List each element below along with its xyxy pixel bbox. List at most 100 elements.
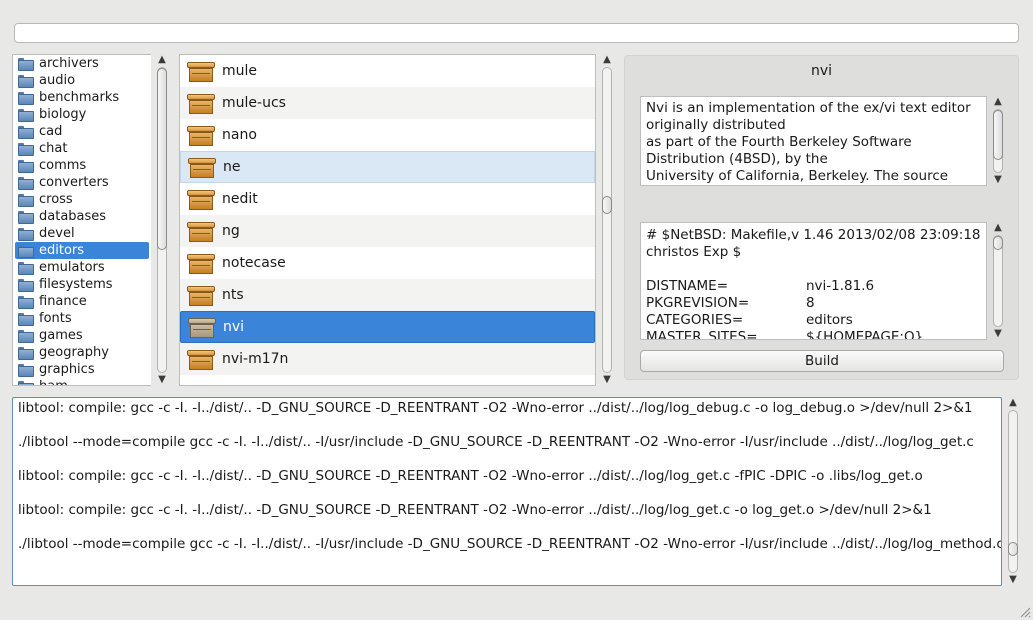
category-item-benchmarks[interactable]: benchmarks [13, 89, 151, 106]
description-scrollbar-thumb[interactable] [993, 110, 1003, 160]
category-item-chat[interactable]: chat [13, 140, 151, 157]
description-text[interactable]: Nvi is an implementation of the ex/vi te… [640, 96, 987, 186]
category-label: cad [39, 124, 63, 139]
package-scrollbar[interactable]: ▲ ▼ [599, 54, 615, 386]
package-item-ne[interactable]: ne [180, 151, 595, 183]
scroll-up-arrow-icon[interactable]: ▲ [154, 54, 170, 66]
package-label: mule-ucs [222, 95, 286, 111]
scroll-up-arrow-icon[interactable]: ▲ [1005, 397, 1021, 409]
makefile-var-row: CATEGORIES= editors [646, 312, 981, 329]
makefile-scrollbar[interactable]: ▲ ▼ [990, 222, 1006, 340]
scroll-up-arrow-icon[interactable]: ▲ [990, 96, 1006, 108]
category-item-filesystems[interactable]: filesystems [13, 276, 151, 293]
package-item-nedit[interactable]: nedit [180, 183, 595, 215]
category-item-ham[interactable]: ham [13, 378, 151, 385]
makefile-var-key: DISTNAME= [646, 278, 729, 294]
category-scrollbar[interactable]: ▲ ▼ [154, 54, 170, 386]
package-item-notecase[interactable]: notecase [180, 247, 595, 279]
category-label: comms [39, 158, 87, 173]
category-item-finance[interactable]: finance [13, 293, 151, 310]
resize-grip-icon[interactable] [1019, 606, 1031, 618]
build-log-output[interactable]: libtool: compile: gcc -c -I. -I../dist/.… [12, 397, 1002, 586]
category-item-archivers[interactable]: archivers [13, 55, 151, 72]
package-label: mule [222, 63, 258, 79]
category-item-audio[interactable]: audio [13, 72, 151, 89]
folder-icon [18, 194, 34, 207]
package-item-nvi[interactable]: nvi [180, 311, 595, 343]
category-item-databases[interactable]: databases [13, 208, 151, 225]
category-label: geography [39, 345, 109, 360]
log-scrollbar-thumb[interactable] [1008, 542, 1018, 556]
folder-icon [18, 92, 34, 105]
folder-icon [18, 58, 34, 71]
package-box-icon [186, 60, 216, 82]
package-label: nvi [223, 319, 245, 335]
category-item-devel[interactable]: devel [13, 225, 151, 242]
category-item-cross[interactable]: cross [13, 191, 151, 208]
category-item-comms[interactable]: comms [13, 157, 151, 174]
package-scrollbar-thumb[interactable] [602, 196, 612, 214]
scroll-down-arrow-icon[interactable]: ▼ [154, 374, 170, 386]
package-label: notecase [222, 255, 286, 271]
package-box-icon [187, 316, 217, 338]
build-button[interactable]: Build [640, 350, 1004, 372]
package-detail-panel: nvi Nvi is an implementation of the ex/v… [624, 55, 1019, 380]
folder-icon [18, 262, 34, 275]
package-item-mule[interactable]: mule [180, 55, 595, 87]
log-line: ./libtool --mode=compile gcc -c -I. -I..… [18, 536, 1002, 552]
scroll-down-arrow-icon[interactable]: ▼ [990, 328, 1006, 340]
category-item-fonts[interactable]: fonts [13, 310, 151, 327]
category-label: graphics [39, 362, 95, 377]
description-scrollbar[interactable]: ▲ ▼ [990, 96, 1006, 186]
category-label: cross [39, 192, 73, 207]
package-title: nvi [810, 63, 833, 79]
package-box-icon [186, 348, 216, 370]
makefile-var-value: editors [806, 312, 853, 328]
makefile-header-line: # $NetBSD: Makefile,v 1.46 2013/02/08 23… [646, 227, 981, 243]
category-item-emulators[interactable]: emulators [13, 259, 151, 276]
makefile-var-row: MASTER_SITES= ${HOMEPAGE:Q} [646, 329, 981, 339]
search-input[interactable] [14, 23, 1019, 43]
category-item-games[interactable]: games [13, 327, 151, 344]
package-item-nvi-m17n[interactable]: nvi-m17n [180, 343, 595, 375]
makefile-var-key: CATEGORIES= [646, 312, 744, 328]
category-label: emulators [39, 260, 105, 275]
log-scrollbar[interactable]: ▲ ▼ [1005, 397, 1021, 586]
scroll-down-arrow-icon[interactable]: ▼ [1005, 574, 1021, 586]
folder-icon [18, 211, 34, 224]
category-item-graphics[interactable]: graphics [13, 361, 151, 378]
category-label: converters [39, 175, 109, 190]
makefile-scrollbar-thumb[interactable] [993, 236, 1003, 250]
package-box-icon [186, 284, 216, 306]
package-item-nano[interactable]: nano [180, 119, 595, 151]
category-item-converters[interactable]: converters [13, 174, 151, 191]
category-label: finance [39, 294, 87, 309]
category-label: biology [39, 107, 87, 122]
category-item-cad[interactable]: cad [13, 123, 151, 140]
package-box-icon [186, 92, 216, 114]
category-scrollbar-thumb[interactable] [157, 68, 167, 250]
scroll-up-arrow-icon[interactable]: ▲ [990, 222, 1006, 234]
scroll-down-arrow-icon[interactable]: ▼ [990, 174, 1006, 186]
category-item-geography[interactable]: geography [13, 344, 151, 361]
folder-icon [18, 160, 34, 173]
makefile-text[interactable]: # $NetBSD: Makefile,v 1.46 2013/02/08 23… [640, 222, 987, 340]
package-item-ng[interactable]: ng [180, 215, 595, 247]
log-line: libtool: compile: gcc -c -I. -I../dist/.… [18, 502, 932, 518]
package-item-nts[interactable]: nts [180, 279, 595, 311]
description-line: University of California, Berkeley. The … [646, 168, 949, 184]
category-label: fonts [39, 311, 72, 326]
category-item-editors[interactable]: editors [15, 242, 149, 259]
folder-icon [18, 364, 34, 377]
category-label: ham [39, 379, 68, 385]
folder-icon [18, 296, 34, 309]
category-item-biology[interactable]: biology [13, 106, 151, 123]
category-list[interactable]: archivers audio benchmarks biology cad chat co… [12, 54, 151, 386]
category-label: games [39, 328, 83, 343]
makefile-var-row: PKGREVISION= 8 [646, 295, 981, 312]
package-label: nts [222, 287, 244, 303]
package-list[interactable]: mule mule-ucs nano ne nedit ng notecase nts nvi n… [179, 54, 596, 386]
scroll-up-arrow-icon[interactable]: ▲ [599, 54, 615, 66]
package-item-mule-ucs[interactable]: mule-ucs [180, 87, 595, 119]
scroll-down-arrow-icon[interactable]: ▼ [599, 374, 615, 386]
